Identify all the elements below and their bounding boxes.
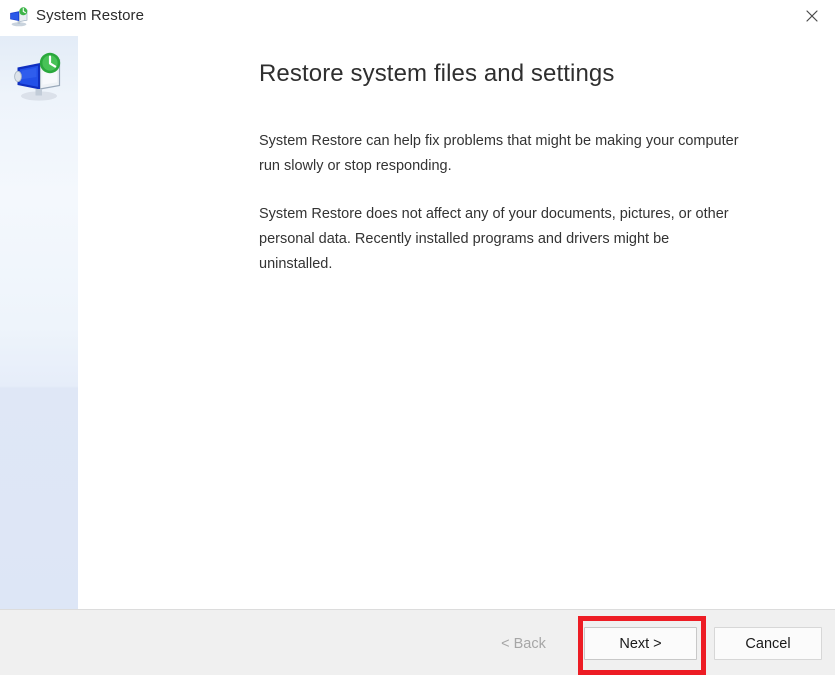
next-button[interactable]: Next > xyxy=(584,627,697,660)
back-button[interactable]: < Back xyxy=(473,627,574,660)
page-title: Restore system files and settings xyxy=(259,60,615,87)
sidebar xyxy=(0,36,78,609)
description-paragraph-2: System Restore does not affect any of yo… xyxy=(259,206,729,272)
description-paragraph-1: System Restore can help fix problems tha… xyxy=(259,133,739,174)
close-icon xyxy=(805,10,818,22)
footer-button-bar: < Back Next > Cancel xyxy=(0,609,835,675)
content-pane: Restore system files and settings System… xyxy=(78,36,835,609)
system-restore-window: System Restore Restore system files and … xyxy=(0,0,835,675)
close-button[interactable] xyxy=(788,0,835,32)
window-title: System Restore xyxy=(36,7,145,24)
system-restore-computer-icon xyxy=(12,50,68,106)
system-restore-icon xyxy=(8,6,30,28)
cancel-button[interactable]: Cancel xyxy=(714,627,822,660)
title-bar: System Restore xyxy=(0,0,835,36)
